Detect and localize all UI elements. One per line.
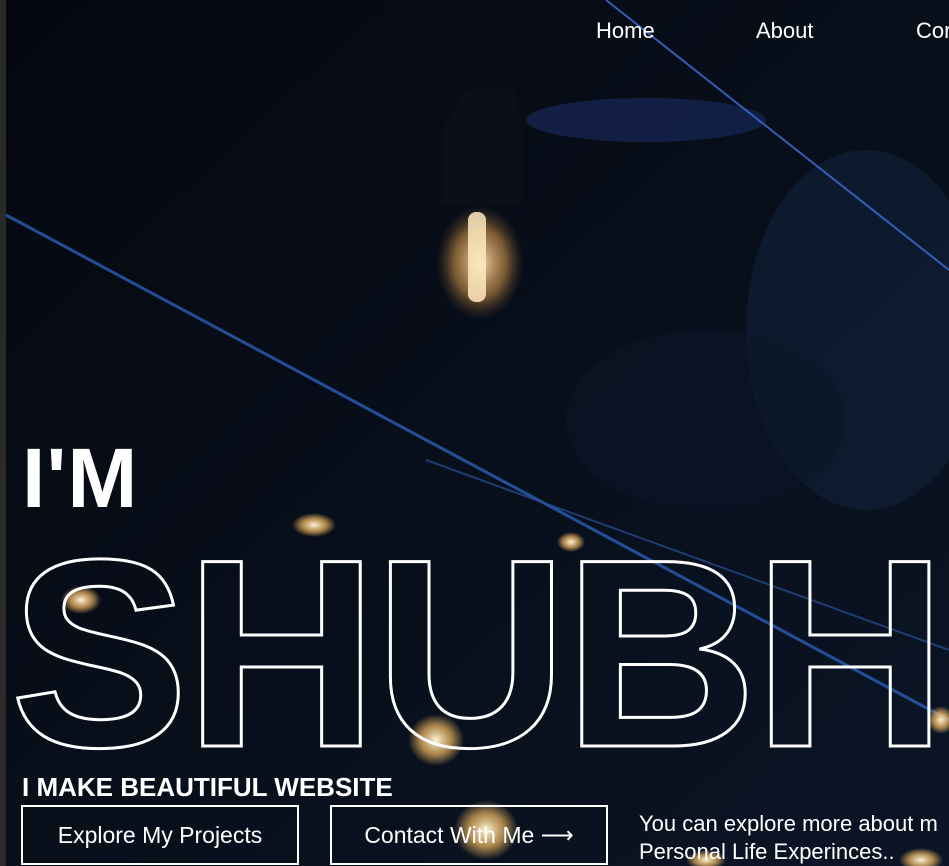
contact-button[interactable]: Contact With Me ⟶ xyxy=(330,805,608,865)
top-nav: Home About Cor xyxy=(0,18,949,48)
hero-name-text: SHUBH xyxy=(10,520,943,770)
hero-name-outline: SHUBH xyxy=(9,520,949,770)
hero-intro: I'M xyxy=(22,431,139,525)
hero-tagline: I MAKE BEAUTIFUL WEBSITE xyxy=(22,772,393,802)
explore-projects-button[interactable]: Explore My Projects xyxy=(21,805,299,865)
about-snippet: You can explore more about m Personal Li… xyxy=(639,810,949,866)
nav-about-link[interactable]: About xyxy=(756,18,814,44)
nav-home-link[interactable]: Home xyxy=(596,18,655,44)
nav-contact-link[interactable]: Cor xyxy=(916,18,949,44)
about-line-1: You can explore more about m xyxy=(639,811,938,836)
about-line-2: Personal Life Experinces.. xyxy=(639,839,895,864)
